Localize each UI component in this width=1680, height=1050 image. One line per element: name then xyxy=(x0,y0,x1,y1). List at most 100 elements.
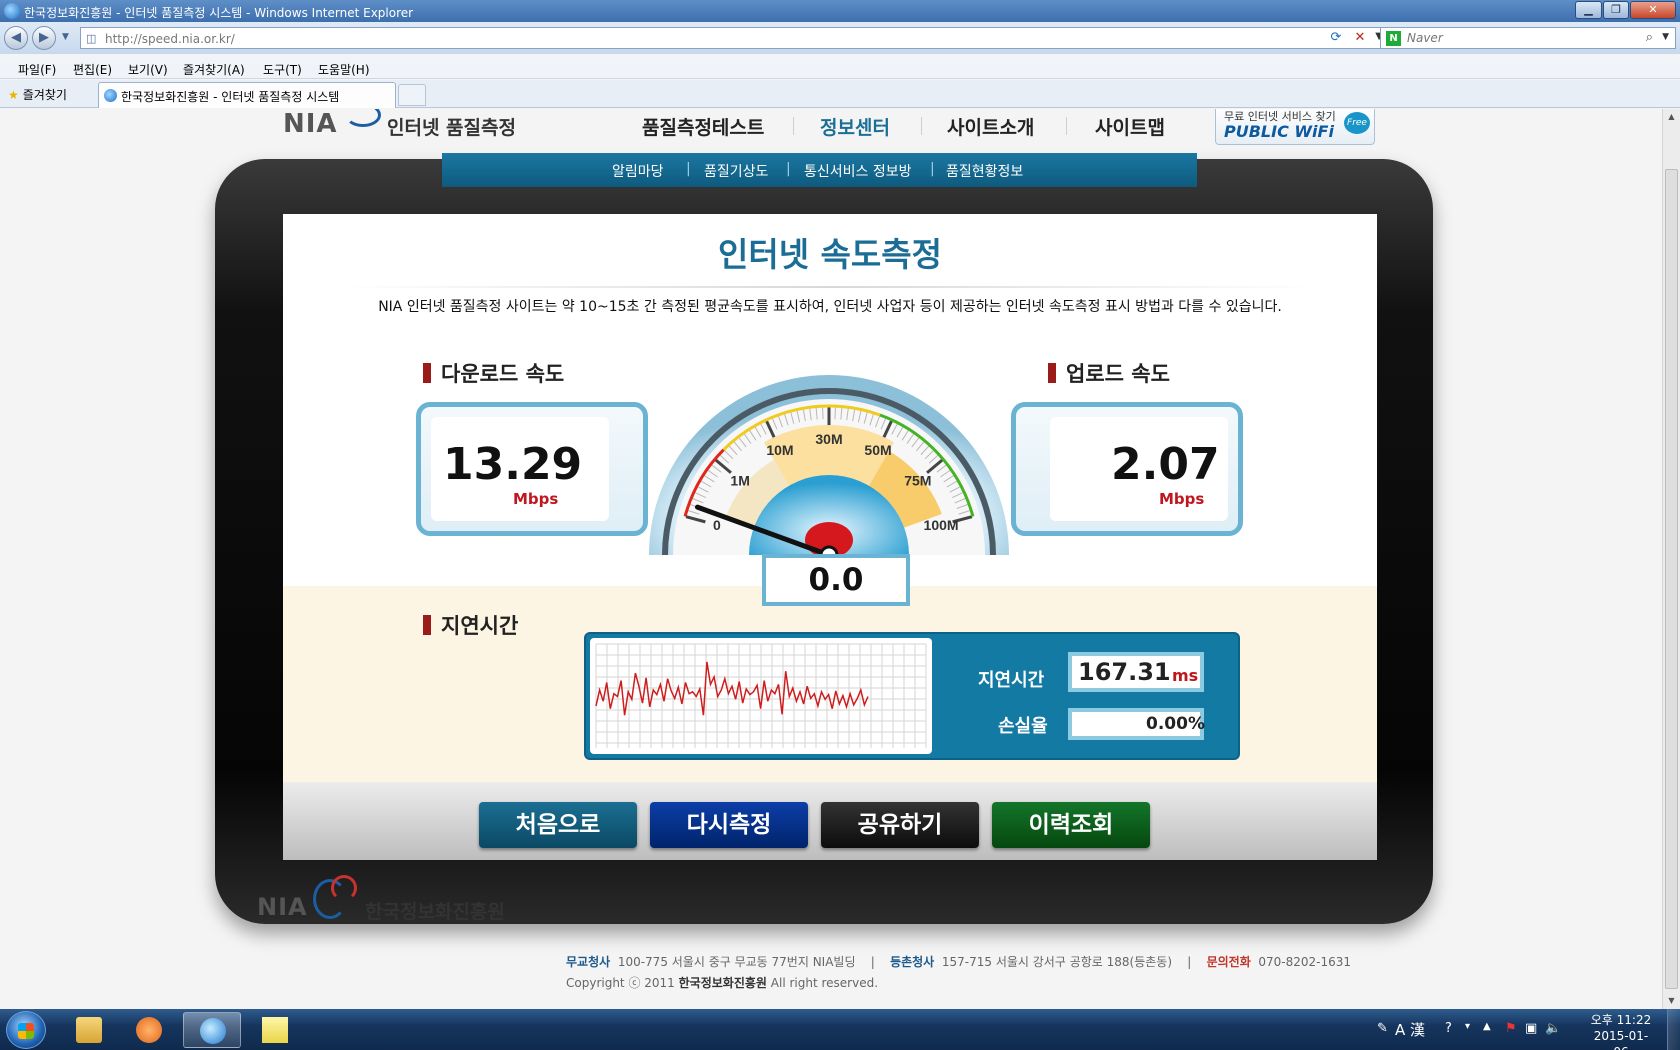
search-box[interactable]: N ⌕ ▼ xyxy=(1380,27,1676,49)
ie-tab-icon xyxy=(104,89,117,102)
ime-indicator[interactable]: A 漢 xyxy=(1395,1019,1425,1040)
menu-tools[interactable]: 도구(T) xyxy=(263,61,302,78)
address-toolbar: ◀ ▶ ▼ ◫ http://speed.nia.or.kr/ ▼ ⟳ ✕ N … xyxy=(0,22,1680,54)
volume-icon[interactable]: 🔈 xyxy=(1545,1021,1561,1036)
contact-number: 070-8202-1631 xyxy=(1258,955,1352,969)
help-icon[interactable]: ? xyxy=(1445,1021,1452,1036)
menu-bar: 파일(F) 편집(E) 보기(V) 즐겨찾기(A) 도구(T) 도움말(H) xyxy=(0,57,1680,79)
scroll-thumb[interactable] xyxy=(1665,169,1678,989)
network-icon[interactable]: ▣ xyxy=(1525,1021,1537,1036)
address-field[interactable]: ◫ http://speed.nia.or.kr/ ▼ xyxy=(80,27,1390,49)
nav-separator xyxy=(921,117,922,135)
ime-options-icon[interactable]: ▾ xyxy=(1465,1021,1470,1032)
taskbar-internet-explorer[interactable] xyxy=(183,1012,241,1048)
footer-address-line: 무교청사 100-775 서울시 중구 무교동 77번지 NIA빌딩 | 등촌청… xyxy=(566,955,1352,969)
taskbar-explorer[interactable] xyxy=(60,1012,118,1048)
taskbar-clock[interactable]: 오후 11:22 2015-01-06 xyxy=(1588,1012,1654,1050)
menu-edit[interactable]: 편집(E) xyxy=(73,61,112,78)
wifi-banner-title: PUBLIC WiFi xyxy=(1224,122,1334,141)
download-label: 다운로드 속도 xyxy=(441,362,565,386)
clock-time: 오후 11:22 xyxy=(1590,1013,1652,1027)
history-button[interactable]: 이력조회 xyxy=(992,802,1150,848)
scroll-up-icon[interactable]: ▲ xyxy=(1663,109,1680,125)
copyright-org: 한국정보화진흥원 xyxy=(678,976,767,990)
favorites-button[interactable]: ★ 즐겨찾기 xyxy=(8,86,67,103)
subnav-quality-status[interactable]: 품질현황정보 xyxy=(946,161,1023,181)
ie-logo-icon xyxy=(4,3,20,19)
nav-info-center[interactable]: 정보센터 xyxy=(820,113,890,140)
site-logo[interactable]: NIA 인터넷 품질측정 xyxy=(283,109,523,139)
forward-button[interactable]: ▶ xyxy=(32,26,56,50)
show-hidden-icons[interactable]: ▲ xyxy=(1483,1021,1491,1032)
download-speed-value: 13.29 xyxy=(443,439,583,490)
section-marker xyxy=(423,615,431,635)
gauge-tick xyxy=(822,407,824,420)
browser-tab[interactable]: 한국정보화진흥원 - 인터넷 품질측정 시스템 xyxy=(98,82,396,108)
maximize-button[interactable]: ❐ xyxy=(1603,1,1629,19)
nav-site-intro[interactable]: 사이트소개 xyxy=(947,113,1034,140)
search-input[interactable] xyxy=(1407,30,1637,46)
nav-sitemap[interactable]: 사이트맵 xyxy=(1095,113,1165,140)
new-tab-button[interactable] xyxy=(398,84,426,106)
home-button[interactable]: 처음으로 xyxy=(479,802,637,848)
contact-label: 문의전화 xyxy=(1206,955,1251,969)
latency-label: 지연시간 xyxy=(978,670,1045,691)
office1-address: 100-775 서울시 중구 무교동 77번지 NIA빌딩 xyxy=(617,955,856,969)
office1-name: 무교청사 xyxy=(566,955,611,969)
close-button[interactable]: ✕ xyxy=(1630,1,1676,19)
menu-view[interactable]: 보기(V) xyxy=(128,61,168,78)
share-button[interactable]: 공유하기 xyxy=(821,802,979,848)
taskbar-sticky-notes[interactable] xyxy=(246,1012,304,1048)
subnav-telecom-info[interactable]: 통신서비스 정보방 xyxy=(804,161,912,181)
gauge-readout: 0.0 xyxy=(762,554,910,606)
gauge-tick-label: 0 xyxy=(713,517,721,533)
window-title: 한국정보화진흥원 - 인터넷 품질측정 시스템 - Windows Intern… xyxy=(24,6,414,20)
subnav-separator: | xyxy=(786,161,791,177)
section-marker xyxy=(423,363,431,383)
vertical-scrollbar[interactable]: ▲ ▼ xyxy=(1662,109,1680,1009)
footer-org-name: 한국정보화진흥원 xyxy=(365,901,505,923)
taskbar-media-player[interactable] xyxy=(120,1012,178,1048)
menu-help[interactable]: 도움말(H) xyxy=(318,61,370,78)
site-logo-nia: NIA xyxy=(283,109,338,139)
loss-value: 0.00 xyxy=(1146,714,1188,734)
window-titlebar: 한국정보화진흥원 - 인터넷 품질측정 시스템 - Windows Intern… xyxy=(0,0,1680,22)
footer-copyright: Copyright ⓒ 2011 한국정보화진흥원 All right rese… xyxy=(566,974,878,991)
gauge-tick-label: 30M xyxy=(815,431,842,447)
folder-icon xyxy=(76,1017,102,1043)
start-button[interactable] xyxy=(6,1011,46,1049)
windows-flag-icon xyxy=(18,1023,34,1039)
refresh-icon[interactable]: ⟳ xyxy=(1326,28,1346,48)
stop-icon[interactable]: ✕ xyxy=(1350,28,1370,48)
nav-separator xyxy=(1066,117,1067,135)
show-desktop-button[interactable] xyxy=(1667,1009,1680,1050)
upload-speed-unit: Mbps xyxy=(1159,490,1205,508)
public-wifi-banner[interactable]: 무료 인터넷 서비스 찾기 PUBLIC WiFi Free xyxy=(1215,109,1375,145)
search-icon[interactable]: ⌕ xyxy=(1646,30,1653,45)
action-center-icon[interactable]: ⚑ xyxy=(1505,1021,1517,1036)
history-dropdown-icon[interactable]: ▼ xyxy=(62,32,69,42)
retest-button[interactable]: 다시측정 xyxy=(650,802,808,848)
copyright-prefix: Copyright ⓒ 2011 xyxy=(566,976,675,990)
title-divider xyxy=(343,286,1317,288)
latency-value: 167.31 xyxy=(1078,658,1171,686)
address-url: http://speed.nia.or.kr/ xyxy=(105,32,235,46)
subnav-notice-board[interactable]: 알림마당 xyxy=(612,161,664,181)
subnav-quality-weather[interactable]: 품질기상도 xyxy=(704,161,768,181)
search-dropdown-icon[interactable]: ▼ xyxy=(1662,32,1669,42)
measure-title: 인터넷 속도측정 xyxy=(717,235,942,274)
back-button[interactable]: ◀ xyxy=(4,26,28,50)
menu-favorites[interactable]: 즐겨찾기(A) xyxy=(183,61,245,78)
office2-name: 등촌청사 xyxy=(890,955,935,969)
language-bar-icon[interactable]: ✎ xyxy=(1377,1021,1388,1036)
loss-unit: % xyxy=(1188,714,1206,734)
nav-quality-test[interactable]: 품질측정테스트 xyxy=(642,113,764,140)
gauge-tick-label: 10M xyxy=(766,442,793,458)
latency-unit: ms xyxy=(1172,666,1199,685)
menu-file[interactable]: 파일(F) xyxy=(18,61,56,78)
latency-grid xyxy=(595,643,927,748)
measure-notice: NIA 인터넷 품질측정 사이트는 약 10~15초 간 측정된 평균속도를 표… xyxy=(378,299,1282,315)
scroll-down-icon[interactable]: ▼ xyxy=(1663,993,1680,1009)
minimize-button[interactable]: ▁ xyxy=(1575,1,1602,19)
gauge-tick-label: 75M xyxy=(904,472,931,488)
